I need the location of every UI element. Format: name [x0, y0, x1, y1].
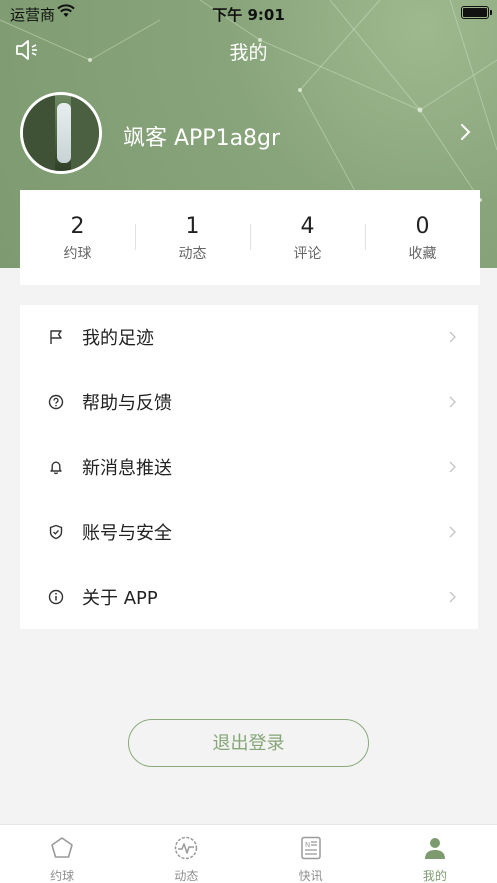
chevron-right-icon: [449, 591, 456, 603]
stat-value: 2: [70, 214, 85, 239]
stat-comments[interactable]: 4 评论: [250, 190, 365, 285]
chevron-right-icon: [449, 331, 456, 343]
menu-item-help-feedback[interactable]: 帮助与反馈: [20, 370, 478, 435]
tab-label: 约球: [50, 869, 75, 883]
logout-button[interactable]: 退出登录: [128, 719, 369, 767]
chevron-right-icon: [449, 461, 456, 473]
battery-icon: [461, 6, 492, 19]
stat-value: 4: [300, 214, 315, 239]
menu-item-label: 账号与安全: [82, 522, 172, 544]
chevron-right-icon: [449, 526, 456, 538]
settings-menu: 我的足迹 帮助与反馈 新消息推送 账号与安全 关于 APP: [20, 305, 478, 629]
tab-label: 动态: [174, 869, 199, 883]
stat-value: 1: [185, 214, 200, 239]
stat-label: 约球: [63, 246, 92, 262]
flag-icon: [50, 330, 62, 345]
profile-row[interactable]: 飒客 APP1a8gr: [20, 92, 480, 176]
tab-matches[interactable]: 约球: [0, 825, 124, 883]
navigation-bar: 我的: [0, 26, 497, 74]
tab-bar: 约球 动态 N 快讯 我的: [0, 824, 497, 883]
stat-matches[interactable]: 2 约球: [20, 190, 135, 285]
menu-item-notifications[interactable]: 新消息推送: [20, 435, 478, 500]
bell-icon: [50, 461, 62, 475]
pentagon-icon: [51, 837, 73, 858]
avatar[interactable]: [20, 92, 102, 174]
menu-item-label: 新消息推送: [82, 457, 172, 479]
help-icon: [48, 394, 64, 410]
chevron-right-icon: [449, 396, 456, 408]
menu-item-label: 我的足迹: [82, 328, 154, 350]
pulse-icon: [175, 836, 198, 860]
tab-news[interactable]: N 快讯: [249, 825, 373, 883]
menu-item-label: 帮助与反馈: [82, 393, 172, 415]
stat-label: 动态: [178, 246, 207, 262]
username: 飒客 APP1a8gr: [123, 126, 281, 151]
tab-label: 快讯: [298, 869, 323, 883]
page-title: 我的: [229, 42, 268, 64]
svg-text:N: N: [305, 841, 310, 849]
chevron-right-icon: [461, 124, 471, 140]
menu-item-account-security[interactable]: 账号与安全: [20, 499, 478, 564]
menu-item-label: 关于 APP: [82, 587, 158, 609]
info-icon: [48, 589, 64, 604]
stat-label: 收藏: [408, 246, 437, 262]
menu-item-footprints[interactable]: 我的足迹: [20, 305, 478, 370]
stat-value: 0: [415, 214, 430, 239]
stats-card: 2 约球 1 动态 4 评论 0 收藏: [20, 190, 480, 285]
news-icon: N: [300, 836, 321, 860]
tab-label: 我的: [422, 869, 447, 883]
user-icon: [424, 838, 445, 859]
clock: 下午 9:01: [212, 6, 285, 24]
stat-favorites[interactable]: 0 收藏: [365, 190, 480, 285]
tab-mine[interactable]: 我的: [373, 825, 497, 883]
tab-feed[interactable]: 动态: [124, 825, 248, 883]
menu-item-about[interactable]: 关于 APP: [20, 564, 478, 629]
stat-label: 评论: [293, 246, 322, 262]
stat-posts[interactable]: 1 动态: [135, 190, 250, 285]
shield-icon: [49, 524, 63, 539]
status-bar: 运营商 下午 9:01: [0, 0, 497, 26]
